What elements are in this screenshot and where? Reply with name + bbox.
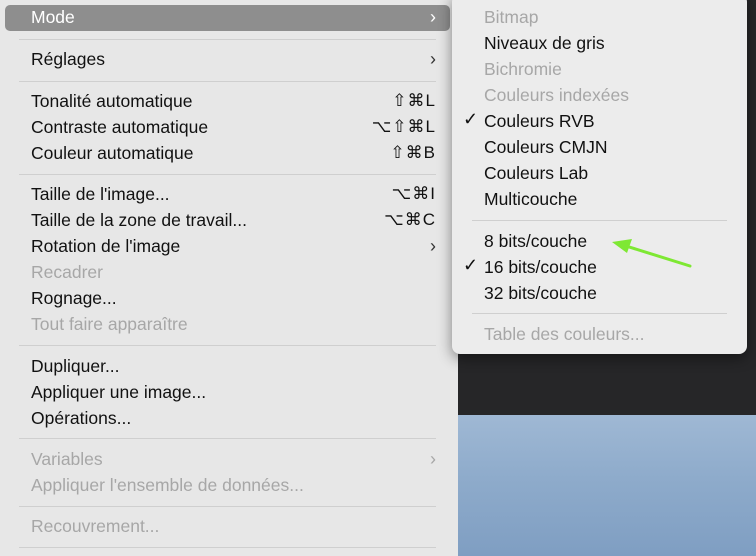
annotation-arrow-icon <box>612 239 692 268</box>
